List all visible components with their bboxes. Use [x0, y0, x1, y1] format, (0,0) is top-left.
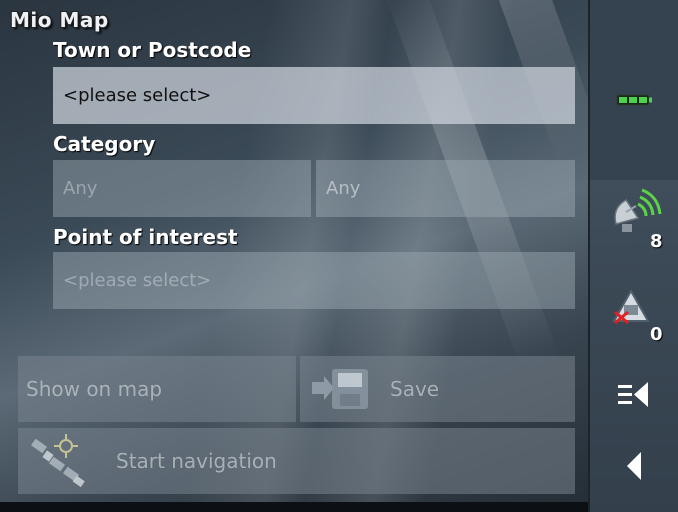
category-main-field[interactable]: Any: [53, 160, 311, 217]
satellite-navigation-icon: [26, 432, 100, 490]
start-navigation-label: Start navigation: [116, 449, 277, 473]
main-panel: Mio Map Town or Postcode <please select>…: [0, 0, 606, 512]
show-on-map-button[interactable]: Show on map: [18, 356, 296, 422]
town-field[interactable]: <please select>: [53, 67, 575, 124]
battery-icon[interactable]: [616, 92, 654, 112]
save-label: Save: [390, 377, 440, 401]
status-sidebar: 8 0: [588, 0, 678, 512]
start-navigation-button[interactable]: Start navigation: [18, 428, 575, 494]
satellite-count: 8: [650, 231, 663, 252]
battery-panel: [590, 0, 678, 180]
poi-field[interactable]: <please select>: [53, 252, 575, 309]
show-on-map-label: Show on map: [26, 377, 163, 401]
category-label: Category: [53, 132, 156, 156]
warning-count: 0: [650, 324, 663, 345]
back-arrow-icon[interactable]: [625, 450, 643, 486]
category-sub-field[interactable]: Any: [316, 160, 575, 217]
poi-label: Point of interest: [53, 225, 238, 249]
save-button[interactable]: Save: [300, 356, 575, 422]
safety-camera-off-icon[interactable]: [612, 288, 650, 328]
app-window: Mio Map Town or Postcode <please select>…: [0, 0, 678, 512]
app-title: Mio Map: [10, 8, 109, 32]
save-icon: [308, 364, 370, 414]
town-label: Town or Postcode: [53, 38, 252, 62]
menu-collapse-icon[interactable]: [616, 380, 652, 414]
